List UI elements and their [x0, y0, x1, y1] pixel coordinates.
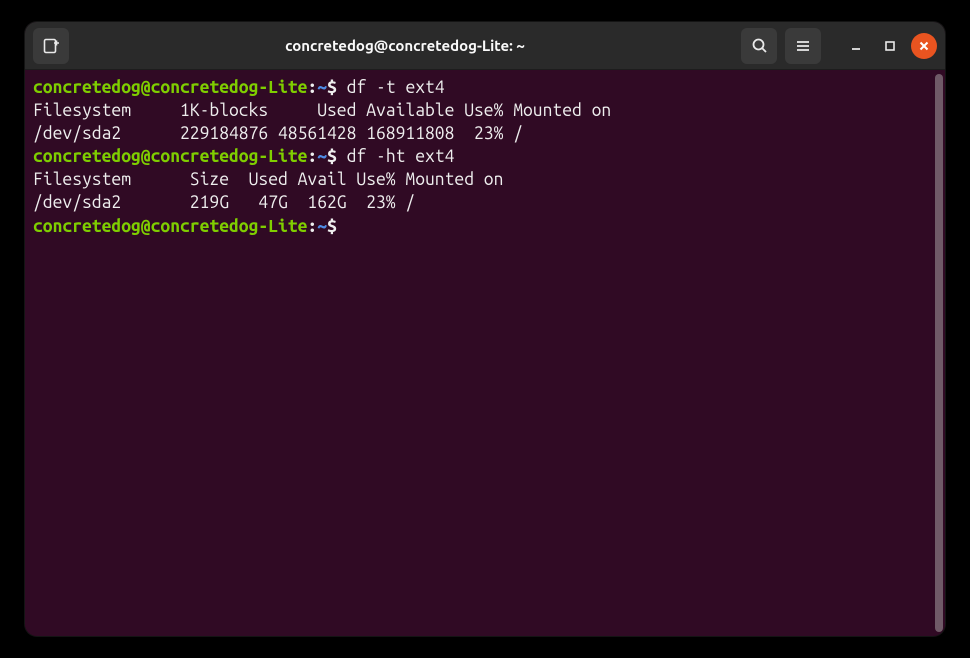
search-button[interactable] — [741, 28, 777, 64]
minimize-icon — [850, 40, 862, 52]
prompt-user-host: concretedog@concretedog-Lite — [33, 78, 307, 97]
new-tab-icon — [42, 37, 60, 55]
close-icon — [918, 40, 930, 52]
prompt-path: ~ — [317, 78, 327, 97]
terminal-line: concretedog@concretedog-Lite:~$ df -t ex… — [33, 76, 941, 99]
prompt-path: ~ — [317, 217, 327, 236]
prompt-colon: : — [307, 217, 317, 236]
prompt-symbol: $ — [327, 78, 337, 97]
command-text: df -t ext4 — [347, 78, 445, 97]
terminal-line: concretedog@concretedog-Lite:~$ — [33, 215, 941, 238]
terminal-window: concretedog@concretedog-Lite: ~ — [25, 22, 945, 636]
new-tab-button[interactable] — [33, 28, 69, 64]
window-title: concretedog@concretedog-Lite: ~ — [69, 37, 741, 54]
terminal-line: concretedog@concretedog-Lite:~$ df -ht e… — [33, 145, 941, 168]
close-button[interactable] — [911, 33, 937, 59]
minimize-button[interactable] — [843, 33, 869, 59]
prompt-symbol: $ — [327, 217, 337, 236]
prompt-colon: : — [307, 147, 317, 166]
output-line: /dev/sda2 229184876 48561428 168911808 2… — [33, 122, 941, 145]
output-line: Filesystem Size Used Avail Use% Mounted … — [33, 168, 941, 191]
prompt-path: ~ — [317, 147, 327, 166]
output-line: /dev/sda2 219G 47G 162G 23% / — [33, 191, 941, 214]
prompt-colon: : — [307, 78, 317, 97]
terminal-body[interactable]: concretedog@concretedog-Lite:~$ df -t ex… — [25, 70, 945, 636]
maximize-icon — [884, 40, 896, 52]
search-icon — [751, 37, 768, 54]
scrollbar[interactable] — [935, 74, 943, 632]
prompt-symbol: $ — [327, 147, 337, 166]
maximize-button[interactable] — [877, 33, 903, 59]
titlebar: concretedog@concretedog-Lite: ~ — [25, 22, 945, 70]
hamburger-icon — [795, 38, 811, 54]
command-text: df -ht ext4 — [347, 147, 455, 166]
prompt-user-host: concretedog@concretedog-Lite — [33, 217, 307, 236]
output-line: Filesystem 1K-blocks Used Available Use%… — [33, 99, 941, 122]
menu-button[interactable] — [785, 28, 821, 64]
prompt-user-host: concretedog@concretedog-Lite — [33, 147, 307, 166]
